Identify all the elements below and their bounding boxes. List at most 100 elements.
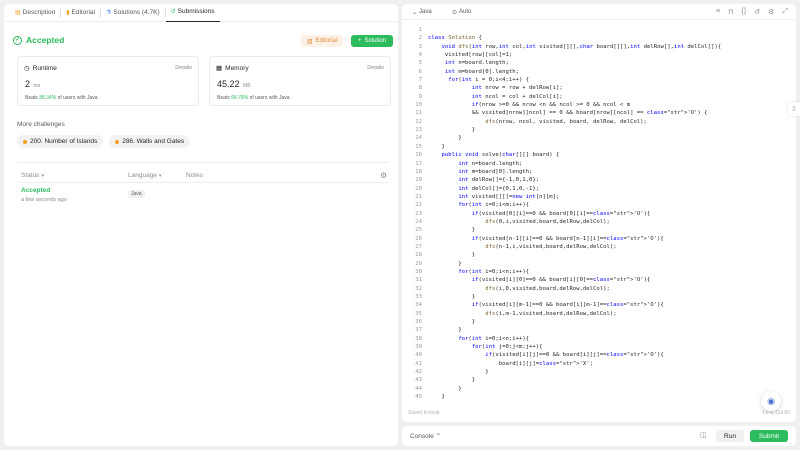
chevron-up-icon: ⌃	[435, 433, 442, 440]
code-line[interactable]: }	[428, 326, 721, 334]
tab-description[interactable]: ▤ Description	[10, 4, 60, 22]
code-line[interactable]: }	[428, 251, 721, 259]
code-line[interactable]: dfs(i,m-1,visited,board,delRow,delCol);	[428, 310, 721, 318]
line-number: 26	[415, 235, 422, 242]
line-number: 32	[415, 285, 422, 292]
code-line[interactable]: if(visited[i][0]==0 && board[i][0]==clas…	[428, 276, 721, 284]
code-line[interactable]: public void solve(char[][] board) {	[428, 151, 721, 159]
lock-icon: ⊙	[452, 10, 458, 16]
post-solution-button[interactable]: + Solution	[351, 35, 393, 47]
code-line[interactable]: }	[428, 134, 721, 142]
line-number: 42	[415, 369, 422, 376]
submit-button[interactable]: Submit	[750, 430, 788, 442]
code-line[interactable]: if(visited[i][j]==0 && board[i][j]==clas…	[428, 351, 721, 359]
memory-card[interactable]: ▦ Memory Details 45.22 MB Beats 66.78% o…	[209, 56, 391, 106]
code-line[interactable]: if(nrow >=0 && nrow <n && ncol >= 0 && n…	[428, 101, 721, 109]
settings-icon[interactable]: ⚙	[768, 8, 774, 16]
line-number: 22	[415, 202, 422, 209]
document-icon: ▯	[792, 106, 796, 112]
format-icon[interactable]: ≡	[716, 8, 720, 16]
line-number: 15	[415, 143, 422, 150]
line-number: 23	[415, 210, 422, 217]
memory-details-link[interactable]: Details	[367, 65, 384, 71]
code-line[interactable]: int n=board.length;	[428, 59, 721, 67]
line-number: 31	[415, 277, 422, 284]
editorial-button[interactable]: ▥ Editorial	[301, 35, 343, 47]
challenge-list: 200. Number of Islands 286. Walls and Ga…	[17, 135, 191, 148]
code-line[interactable]: for(int j=0;j<m;j++){	[428, 343, 721, 351]
code-line[interactable]: dfs(n-1,i,visited,board,delRow,delCol);	[428, 243, 721, 251]
code-line[interactable]: dfs(nrow, ncol, visited, board, delRow, …	[428, 118, 721, 126]
runtime-card[interactable]: ◷ Runtime Details 2 ms Beats 88.34% of u…	[17, 56, 199, 106]
tab-solutions[interactable]: ⚗ Solutions (4.7K)	[101, 4, 165, 22]
code-line[interactable]: }	[428, 126, 721, 134]
gear-icon[interactable]: ⚙	[380, 171, 387, 180]
code-line[interactable]: int delCol[]={0,1,0,-1};	[428, 185, 721, 193]
code-line[interactable]: for(int i=0;i<m;i++){	[428, 201, 721, 209]
code-line[interactable]: int n=board.length;	[428, 160, 721, 168]
code-line[interactable]: int delRow[]={-1,0,1,0};	[428, 176, 721, 184]
notes-sidebar-tab[interactable]: ▯	[788, 102, 800, 116]
reset-icon[interactable]: ↺	[754, 8, 760, 16]
description-icon: ▤	[15, 9, 21, 16]
code-line[interactable]: }	[428, 318, 721, 326]
code-line[interactable]: }	[428, 393, 721, 401]
bookmark-icon[interactable]: ⊓	[728, 8, 733, 16]
language-selector[interactable]: ⌄ Java	[412, 9, 432, 16]
code-line[interactable]: dfs(i,0,visited,board,delRow,delCol);	[428, 285, 721, 293]
editorial-icon: ▮	[66, 9, 70, 16]
line-number: 2	[418, 35, 422, 42]
run-button[interactable]: Run	[716, 430, 744, 442]
code-line[interactable]: for(int i=0;i<n;i++){	[428, 335, 721, 343]
code-line[interactable]: && visited[nrow][ncol] == 0 && board[nro…	[428, 109, 721, 117]
code-line[interactable]: for(int i=0;i<n;i++){	[428, 268, 721, 276]
line-number: 11	[415, 110, 422, 117]
code-line[interactable]: if(visited[i][m-1]==0 && board[i][m-1]==…	[428, 301, 721, 309]
console-toggle[interactable]: Console ⌃	[410, 432, 441, 440]
language-column-header[interactable]: Language ▾	[128, 172, 161, 179]
challenge-chip[interactable]: 200. Number of Islands	[17, 135, 104, 148]
chat-bubble-icon[interactable]: ◉	[761, 391, 781, 411]
runtime-details-link[interactable]: Details	[175, 65, 192, 71]
editor-tools: ≡ ⊓ {} ↺ ⚙ ⤢	[716, 8, 788, 16]
code-line[interactable]: }	[428, 226, 721, 234]
code-line[interactable]: dfs(0,i,visited,board,delRow,delCol);	[428, 218, 721, 226]
tab-submissions[interactable]: ↺ Submissions	[165, 4, 220, 22]
line-number: 5	[418, 60, 422, 67]
expand-icon[interactable]: ⤢	[782, 8, 788, 16]
submissions-icon: ↺	[170, 9, 176, 15]
code-line[interactable]: for(int i = 0;i<4;i++) {	[428, 76, 721, 84]
line-number: 3	[418, 43, 422, 50]
editor-toolbar: ⌄ Java ⊙ Auto ≡ ⊓ {} ↺ ⚙ ⤢	[402, 4, 796, 20]
code-line[interactable]: }	[428, 385, 721, 393]
code-line[interactable]: if(visited[n-1][i]==0 && board[n-1][i]==…	[428, 235, 721, 243]
code-line[interactable]: int nrow = row + delRow[i];	[428, 84, 721, 92]
code-line[interactable]: }	[428, 293, 721, 301]
code-line[interactable]: int m=board[0].length;	[428, 68, 721, 76]
code-line[interactable]: int visited[][]=new int[n][m];	[428, 193, 721, 201]
code-line[interactable]: int ncol = col + delCol[i];	[428, 93, 721, 101]
clipboard-icon[interactable]: ◫	[700, 431, 707, 439]
code-line[interactable]: if(visited[0][i]==0 && board[0][i]==clas…	[428, 210, 721, 218]
code-line[interactable]: }	[428, 260, 721, 268]
code-line[interactable]: }	[428, 143, 721, 151]
chevron-down-icon: ▾	[158, 173, 162, 179]
line-number: 44	[415, 385, 422, 392]
code-line[interactable]: }	[428, 368, 721, 376]
tab-editorial[interactable]: ▮ Editorial	[61, 4, 100, 22]
difficulty-dot	[23, 139, 27, 144]
code-area[interactable]: class Solution { void dfs(int row,int co…	[428, 26, 721, 401]
code-line[interactable]: int m=board[0].length;	[428, 168, 721, 176]
code-line[interactable]: void dfs(int row,int col,int visited[][]…	[428, 43, 721, 51]
submission-status-link[interactable]: Accepted	[21, 187, 50, 194]
code-line[interactable]: visited[row][col]=1;	[428, 51, 721, 59]
status-column-header[interactable]: Status ▾	[21, 172, 44, 179]
code-line[interactable]: class Solution {	[428, 34, 721, 42]
braces-icon[interactable]: {}	[742, 8, 747, 16]
code-line[interactable]	[428, 26, 721, 34]
challenge-chip[interactable]: 286. Walls and Gates	[109, 135, 191, 148]
code-line[interactable]: }	[428, 376, 721, 384]
code-line[interactable]: board[i][j]=class="str">'X';	[428, 360, 721, 368]
cursor-position: Ln 4, Col 80	[763, 410, 790, 416]
autocomplete-toggle[interactable]: ⊙ Auto	[452, 9, 471, 16]
